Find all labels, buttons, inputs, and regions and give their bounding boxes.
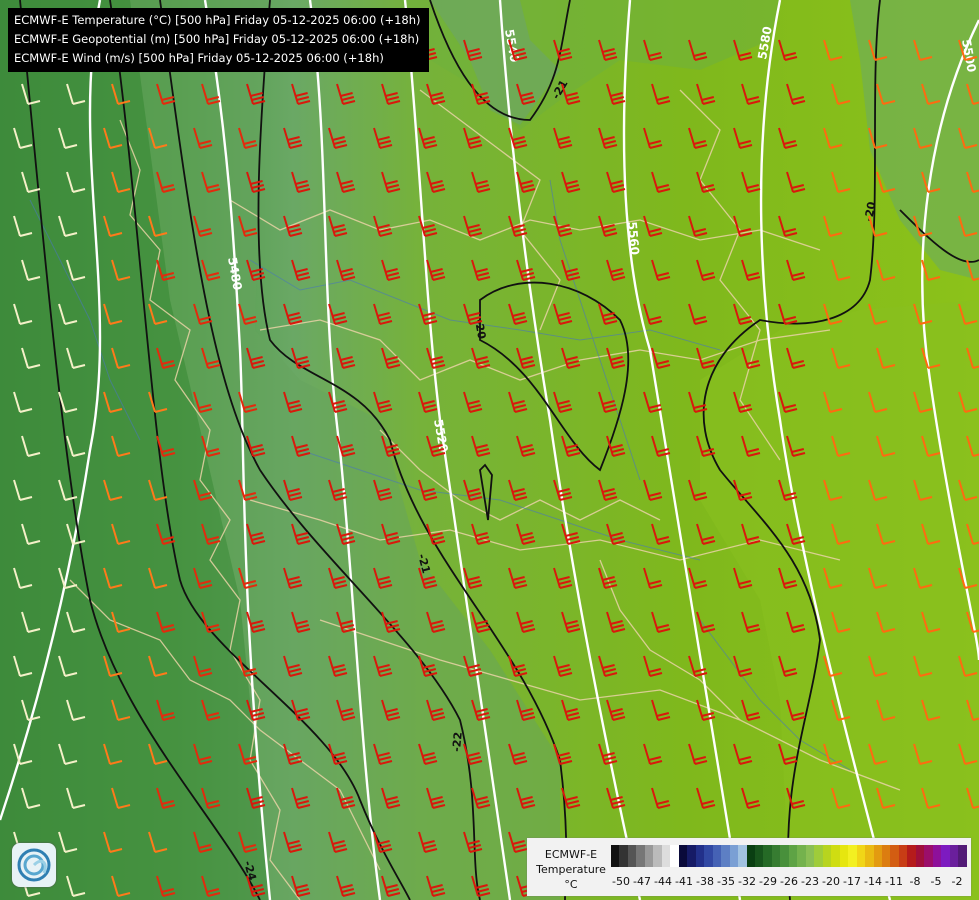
legend-swatch xyxy=(873,845,882,867)
legend-title-variable: Temperature xyxy=(536,863,606,876)
temperature-label-5: -22 xyxy=(450,731,465,752)
legend-swatch xyxy=(890,845,899,867)
legend-swatch xyxy=(848,845,857,867)
legend-swatch xyxy=(932,845,942,867)
legend-tick-label: -50 xyxy=(612,875,630,888)
ecmwf-logo xyxy=(12,843,56,887)
legend-tick-label: -23 xyxy=(801,875,819,888)
header-geopotential-line: ECMWF-E Geopotential (m) [500 hPa] Frida… xyxy=(14,32,420,46)
legend-swatch xyxy=(797,845,806,867)
legend-tick-label: -11 xyxy=(885,875,903,888)
legend-swatch xyxy=(746,845,755,867)
legend-tick-label: -29 xyxy=(759,875,777,888)
header-temperature-line: ECMWF-E Temperature (°C) [500 hPa] Frida… xyxy=(14,13,421,27)
legend-tick-label: -47 xyxy=(633,875,651,888)
legend-tick-label: -32 xyxy=(738,875,756,888)
legend-swatch xyxy=(805,845,815,867)
legend-swatch xyxy=(907,845,916,867)
legend-swatch xyxy=(856,845,866,867)
legend-swatch xyxy=(915,845,925,867)
legend-swatch xyxy=(712,845,722,867)
legend-swatch xyxy=(882,845,891,867)
legend-swatch xyxy=(958,845,967,867)
map-canvas: 5540 5580 5560 5500 5520 5480 -21 -20 -2… xyxy=(0,0,979,900)
legend-tick-label: -44 xyxy=(654,875,672,888)
legend-swatch xyxy=(814,845,823,867)
legend-swatch xyxy=(924,845,933,867)
legend-swatch xyxy=(678,845,688,867)
legend-tick-label: -35 xyxy=(717,875,735,888)
legend-swatch xyxy=(754,845,764,867)
legend-title-model: ECMWF-E xyxy=(544,848,598,861)
legend-swatch xyxy=(763,845,772,867)
legend-ticks: -50 -47 -44 -41 -38 -35 -32 -29 -26 -23 -20 -17 -14-… xyxy=(611,875,967,889)
legend-swatch xyxy=(949,845,959,867)
legend-swatch xyxy=(865,845,874,867)
legend-tick-label: -8 xyxy=(909,875,921,888)
legend-swatch xyxy=(941,845,950,867)
legend-swatch xyxy=(687,845,696,867)
legend-tick-label: -41 xyxy=(675,875,693,888)
legend-unit: °C xyxy=(564,878,578,891)
legend-swatch xyxy=(704,845,713,867)
legend-swatch xyxy=(695,845,705,867)
temperature-legend: ECMWF-E Temperature °C -50 -47 -44 -41 -38 -3… xyxy=(527,838,971,896)
header-wind-line: ECMWF-E Wind (m/s) [500 hPa] Friday 05-1… xyxy=(14,51,384,65)
legend-swatch xyxy=(636,845,645,867)
legend-title: ECMWF-E Temperature °C xyxy=(532,847,610,892)
legend-swatch xyxy=(771,845,781,867)
legend-tick-label: -38 xyxy=(696,875,714,888)
map-header: ECMWF-E Temperature (°C) [500 hPa] Frida… xyxy=(8,8,429,72)
geopotential-label-5560: 5560 xyxy=(625,221,642,255)
legend-tick-label: -5 xyxy=(930,875,942,888)
legend-swatch xyxy=(644,845,654,867)
legend-swatch xyxy=(721,845,730,867)
legend-tick-label: -14 xyxy=(864,875,882,888)
legend-swatch xyxy=(780,845,789,867)
legend-swatch xyxy=(788,845,798,867)
legend-swatch xyxy=(831,845,840,867)
legend-swatch xyxy=(661,845,671,867)
legend-swatch xyxy=(822,845,832,867)
legend-tick-label: -17 xyxy=(843,875,861,888)
legend-swatch xyxy=(611,845,620,867)
legend-swatch xyxy=(670,845,679,867)
legend-tick-label: -2 xyxy=(951,875,963,888)
legend-swatch xyxy=(839,845,849,867)
legend-tick-label: -20 xyxy=(822,875,840,888)
weather-map: 5540 5580 5560 5500 5520 5480 -21 -20 -2… xyxy=(0,0,979,900)
legend-swatch xyxy=(738,845,747,867)
legend-tick-label: -26 xyxy=(780,875,798,888)
legend-swatch xyxy=(653,845,662,867)
legend-swatch xyxy=(619,845,628,867)
legend-swatch xyxy=(627,845,637,867)
legend-color-bar xyxy=(611,845,967,867)
legend-swatch xyxy=(898,845,908,867)
legend-swatch xyxy=(729,845,739,867)
